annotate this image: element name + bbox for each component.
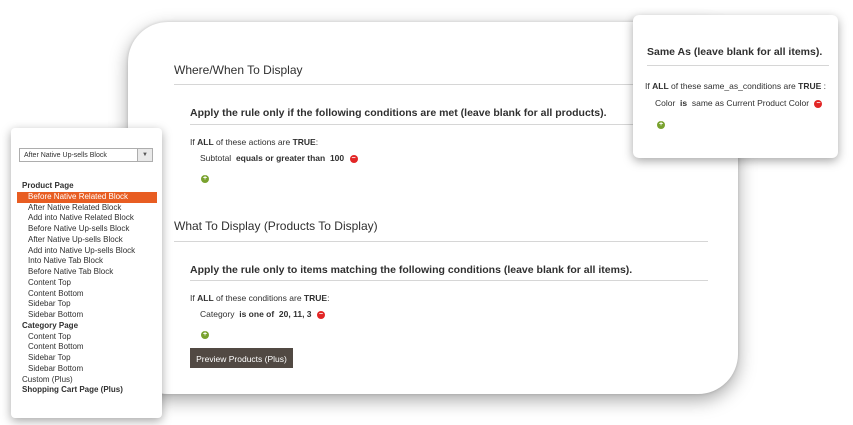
minus-circle-icon[interactable]: − (316, 310, 325, 319)
select-option[interactable]: Content Top (17, 278, 157, 289)
same-as-title: Same As (leave blank for all items). (647, 46, 823, 58)
same-as-panel: Same As (leave blank for all items). If … (633, 15, 838, 158)
same-as-rule-line: Color is same as Current Product Color − (655, 98, 823, 108)
select-option[interactable]: Sidebar Bottom (17, 310, 157, 321)
divider (190, 124, 708, 125)
position-select-value: After Native Up-sells Block (24, 152, 107, 159)
display-position-panel: After Native Up-sells Block ▼ Product Pa… (11, 128, 162, 418)
divider (174, 84, 708, 85)
rule-value[interactable]: 100 (330, 153, 344, 163)
select-option[interactable]: Sidebar Top (17, 353, 157, 364)
rule-attribute: Subtotal (200, 153, 232, 163)
select-option[interactable]: Sidebar Top (17, 299, 157, 310)
where-condition-title: Apply the rule only if the following con… (190, 107, 607, 119)
aggregator-toggle[interactable]: ALL (197, 293, 214, 303)
select-option[interactable]: Content Bottom (17, 289, 157, 300)
select-option[interactable]: After Native Related Block (17, 203, 157, 214)
chevron-down-icon[interactable]: ▼ (137, 149, 152, 161)
option-group-label: Product Page (22, 181, 74, 190)
value-toggle[interactable]: TRUE (798, 81, 821, 91)
value-toggle[interactable]: TRUE (293, 137, 316, 147)
select-option[interactable]: Custom (Plus) (17, 375, 157, 386)
select-option[interactable]: Add into Native Up-sells Block (17, 246, 157, 257)
rule-attribute: Category (200, 309, 235, 319)
select-option[interactable]: Before Native Up-sells Block (17, 224, 157, 235)
what-rule-line: Category is one of 20, 11, 3 − (200, 309, 325, 319)
select-option[interactable]: Content Bottom (17, 342, 157, 353)
minus-circle-icon[interactable]: − (814, 99, 823, 108)
minus-circle-icon[interactable]: − (349, 154, 358, 163)
plus-circle-icon[interactable]: + (201, 175, 209, 183)
what-condition-title: Apply the rule only to items matching th… (190, 264, 633, 276)
rule-value[interactable]: 20, 11, 3 (279, 309, 312, 319)
select-option[interactable]: Into Native Tab Block (17, 256, 157, 267)
same-as-aggregator-line: If ALL of these same_as_conditions are T… (645, 81, 827, 91)
what-section-title: What To Display (Products To Display) (174, 219, 378, 233)
where-section-title: Where/When To Display (174, 63, 303, 77)
aggregator-toggle[interactable]: ALL (652, 81, 669, 91)
select-option[interactable]: Before Native Tab Block (17, 267, 157, 278)
divider (647, 65, 829, 66)
select-option[interactable]: After Native Up-sells Block (17, 235, 157, 246)
value-toggle[interactable]: TRUE (304, 293, 327, 303)
plus-circle-icon[interactable]: + (657, 121, 665, 129)
rule-value[interactable]: same as Current Product Color (692, 98, 809, 108)
what-aggregator-line: If ALL of these conditions are TRUE: (190, 293, 330, 303)
rule-attribute: Color (655, 98, 676, 108)
aggregator-toggle[interactable]: ALL (197, 137, 214, 147)
plus-circle-icon[interactable]: + (201, 331, 209, 339)
rule-operator[interactable]: is one of (239, 309, 274, 319)
option-group-label: Category Page (22, 320, 79, 330)
divider (174, 241, 708, 242)
position-options-list: Product Page Before Native Related Block A… (17, 181, 157, 396)
select-option[interactable]: Before Native Related Block (17, 191, 157, 203)
select-option[interactable]: Content Top (17, 332, 157, 343)
preview-products-button[interactable]: Preview Products (Plus) (190, 348, 293, 368)
where-aggregator-line: If ALL of these actions are TRUE: (190, 137, 319, 147)
select-option[interactable]: Sidebar Bottom (17, 364, 157, 375)
position-select[interactable]: After Native Up-sells Block ▼ (19, 148, 153, 162)
select-option[interactable]: Add into Native Related Block (17, 213, 157, 224)
rule-operator[interactable]: equals or greater than (236, 153, 325, 163)
where-rule-line: Subtotal equals or greater than 100 − (200, 153, 358, 163)
rule-operator[interactable]: is (680, 98, 687, 108)
divider (190, 280, 708, 281)
option-group-label: Shopping Cart Page (Plus) (22, 385, 123, 395)
